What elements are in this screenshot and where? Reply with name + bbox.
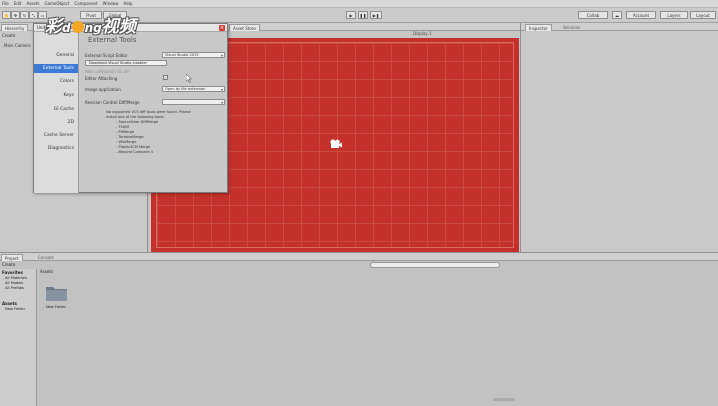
image-app-dropdown[interactable]: Open by file extension bbox=[162, 86, 225, 92]
project-tree: Favorites All Materials All Models All P… bbox=[0, 269, 37, 406]
tab-hierarchy[interactable]: Hierarchy bbox=[1, 24, 29, 31]
project-create-button[interactable]: Create bbox=[2, 262, 15, 267]
sidebar-item-external-tools[interactable]: External Tools bbox=[34, 64, 78, 73]
assets-tree-new-folder[interactable]: New Folder bbox=[5, 307, 25, 311]
tab-services[interactable]: Services bbox=[563, 25, 580, 30]
script-editor-dropdown[interactable]: Visual Studio 2015 bbox=[162, 52, 225, 58]
vcs-note-line-3: - SourceGear DiffMerge bbox=[116, 120, 159, 124]
scale-tool-icon[interactable]: ⤡ bbox=[29, 11, 38, 19]
tab-inspector[interactable]: Inspector bbox=[525, 24, 552, 31]
step-button[interactable]: ▶❚ bbox=[370, 11, 382, 19]
assets-breadcrumb[interactable]: Assets bbox=[38, 269, 78, 276]
tab-asset-store[interactable]: Asset Store bbox=[229, 24, 260, 31]
fav-all-prefabs[interactable]: All Prefabs bbox=[5, 286, 24, 290]
script-editor-label: External Script Editor bbox=[85, 53, 128, 58]
sidebar-item-diagnostics[interactable]: Diagnostics bbox=[48, 146, 74, 151]
layout-dropdown[interactable]: Layout bbox=[690, 11, 716, 19]
sidebar-item-general[interactable]: General bbox=[56, 53, 74, 58]
editor-attaching-checkbox[interactable]: ✓ bbox=[163, 75, 168, 80]
project-search-input[interactable] bbox=[370, 262, 500, 268]
menu-edit[interactable]: Edit bbox=[14, 1, 22, 6]
project-panel: Project Console Create Favorites All Mat… bbox=[0, 252, 718, 406]
vcs-note-line-7: - WinMerge bbox=[116, 140, 137, 144]
folder-icon[interactable] bbox=[45, 284, 68, 302]
layers-dropdown[interactable]: Layers bbox=[660, 11, 688, 19]
menu-help[interactable]: Help bbox=[123, 1, 132, 6]
display-select[interactable]: Display 1 bbox=[413, 31, 432, 36]
vcs-note-line-2: install one of the following tools: bbox=[106, 115, 165, 119]
create-button[interactable]: Create bbox=[2, 33, 15, 38]
menu-bar: File Edit Assets GameObject Component Wi… bbox=[0, 0, 718, 8]
assets-tree-root[interactable]: Assets bbox=[2, 301, 17, 306]
vcs-note-line-1: No supported VCS diff tools were found. … bbox=[106, 110, 191, 114]
camera-gizmo-icon[interactable] bbox=[329, 138, 343, 150]
menu-file[interactable]: File bbox=[2, 1, 9, 6]
cloud-icon[interactable]: ☁ bbox=[612, 11, 622, 19]
sidebar-item-cache-server[interactable]: Cache Server bbox=[44, 133, 74, 138]
zoom-slider[interactable] bbox=[493, 398, 515, 401]
inspector-tabbar: Inspector Services bbox=[521, 23, 718, 31]
vcs-note-line-9: - Beyond Compare 4 bbox=[116, 150, 153, 154]
vcs-note-line-8: - PlasticSCM Merge bbox=[116, 145, 151, 149]
menu-gameobject[interactable]: GameObject bbox=[44, 1, 69, 6]
add-unityproj-label: Add .unityproj's to .sln bbox=[85, 69, 130, 74]
tab-project[interactable]: Project bbox=[1, 254, 23, 261]
menu-component[interactable]: Component bbox=[74, 1, 97, 6]
fav-all-models[interactable]: All Models bbox=[5, 281, 23, 285]
inspector-panel: Inspector Services bbox=[520, 23, 718, 252]
preferences-dialog: Unity Preferences × General External Too… bbox=[33, 23, 228, 193]
folder-name: New Folder bbox=[45, 305, 67, 309]
favorites-header[interactable]: Favorites bbox=[2, 270, 23, 275]
menu-window[interactable]: Window bbox=[103, 1, 119, 6]
section-heading: External Tools bbox=[88, 36, 137, 44]
pause-button[interactable]: ❚❚ bbox=[358, 11, 368, 19]
revision-control-label: Revision Control Diff/Merge bbox=[85, 100, 140, 105]
preferences-sidebar: General External Tools Colors Keys GI Ca… bbox=[34, 32, 79, 193]
sidebar-item-gi-cache[interactable]: GI Cache bbox=[54, 107, 74, 112]
collab-dropdown[interactable]: Collab bbox=[578, 11, 608, 19]
sidebar-item-2d[interactable]: 2D bbox=[68, 120, 74, 125]
sidebar-item-colors[interactable]: Colors bbox=[60, 79, 74, 84]
vcs-note-line-4: - TkDiff bbox=[116, 125, 129, 129]
account-dropdown[interactable]: Account bbox=[626, 11, 656, 19]
hand-tool-icon[interactable]: ✋ bbox=[2, 11, 11, 19]
revision-control-dropdown[interactable] bbox=[162, 99, 225, 105]
play-button[interactable]: ▶ bbox=[346, 11, 356, 19]
close-icon[interactable]: × bbox=[219, 25, 225, 31]
rotate-tool-icon[interactable]: ↻ bbox=[20, 11, 29, 19]
tab-console[interactable]: Console bbox=[38, 255, 54, 260]
mouse-cursor-icon bbox=[186, 74, 192, 83]
image-app-label: Image application bbox=[85, 87, 121, 92]
move-tool-icon[interactable]: ✥ bbox=[11, 11, 20, 19]
project-tabbar: Project Console bbox=[0, 253, 718, 261]
fav-all-materials[interactable]: All Materials bbox=[5, 276, 27, 280]
editor-attaching-label: Editor Attaching bbox=[85, 76, 118, 81]
vcs-note-line-6: - TortoiseMerge bbox=[116, 135, 144, 139]
menu-assets[interactable]: Assets bbox=[26, 1, 39, 6]
vcs-note-line-5: - P4Merge bbox=[116, 130, 135, 134]
hierarchy-item-main-camera[interactable]: Main Camera bbox=[4, 43, 31, 48]
watermark-logo: 彩d ng视频 bbox=[45, 17, 136, 37]
download-vs-button[interactable]: Download Visual Studio Installer bbox=[85, 60, 167, 66]
sidebar-item-keys[interactable]: Keys bbox=[63, 93, 74, 98]
